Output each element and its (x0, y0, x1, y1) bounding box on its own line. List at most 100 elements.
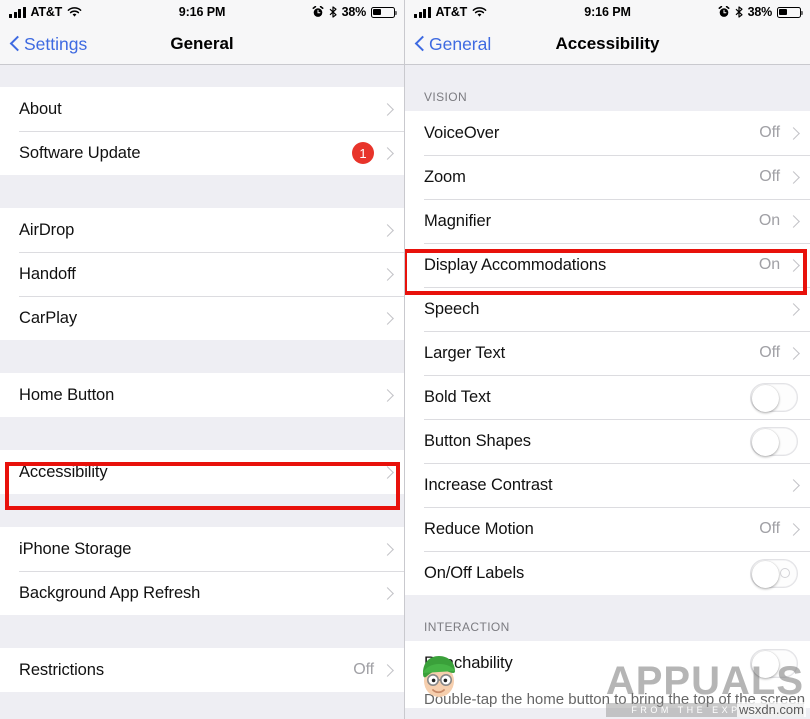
battery-icon (371, 6, 398, 18)
chevron-right-icon (383, 311, 392, 326)
settings-row-accessibility[interactable]: Accessibility (0, 450, 404, 494)
back-button-label: Settings (24, 33, 88, 54)
row-accessory (750, 648, 798, 678)
toggle-knob (752, 384, 779, 412)
chevron-right-icon (383, 146, 392, 161)
row-accessory: Off (353, 661, 392, 679)
settings-row-bold-text[interactable]: Bold Text (405, 375, 810, 419)
toggle-knob (752, 650, 779, 678)
row-label: On/Off Labels (424, 563, 525, 582)
row-accessory (383, 311, 392, 326)
alarm-clock-icon (718, 6, 730, 17)
settings-row-iphone-storage[interactable]: iPhone Storage (0, 527, 404, 571)
row-label: Bold Text (424, 387, 491, 406)
settings-row-display-accommodations[interactable]: Display Accommodations On (405, 243, 810, 287)
settings-row-restrictions[interactable]: Restrictions Off (0, 648, 404, 692)
battery-percent-label: 38% (341, 5, 367, 19)
settings-row-background-app-refresh[interactable]: Background App Refresh (0, 571, 404, 615)
dual-screenshot-container: AT&T 9:16 PM 38% Settings General About … (0, 0, 810, 719)
row-label: Handoff (19, 264, 76, 283)
list-gap (0, 494, 404, 527)
settings-row-carplay[interactable]: CarPlay (0, 296, 404, 340)
row-label: Increase Contrast (424, 475, 553, 494)
chevron-right-icon (383, 267, 392, 282)
row-label: Home Button (19, 385, 115, 404)
chevron-right-icon (789, 522, 798, 537)
row-label: Reduce Motion (424, 519, 534, 538)
settings-row-handoff[interactable]: Handoff (0, 252, 404, 296)
appuals-mascot-icon (423, 656, 455, 697)
row-label: Speech (424, 299, 480, 318)
row-label: Accessibility (19, 462, 108, 481)
accessibility-settings-list[interactable]: VISION VoiceOver Off Zoom Off Magnifier … (405, 65, 810, 719)
chevron-right-icon (789, 214, 798, 229)
row-label: AirDrop (19, 220, 75, 239)
settings-group-home-button: Home Button (0, 373, 404, 417)
settings-row-speech[interactable]: Speech (405, 287, 810, 331)
reachability-toggle[interactable] (750, 648, 798, 678)
section-header-interaction: INTERACTION (405, 595, 810, 641)
settings-row-increase-contrast[interactable]: Increase Contrast (405, 463, 810, 507)
row-accessory: On (759, 212, 798, 230)
settings-row-zoom[interactable]: Zoom Off (405, 155, 810, 199)
button-shapes-toggle[interactable] (750, 426, 798, 456)
settings-row-airdrop[interactable]: AirDrop (0, 208, 404, 252)
row-accessory: Off (759, 344, 798, 362)
settings-group-vision: VoiceOver Off Zoom Off Magnifier On Disp… (405, 111, 810, 595)
left-phone-screen: AT&T 9:16 PM 38% Settings General About … (0, 0, 405, 719)
settings-row-reduce-motion[interactable]: Reduce Motion Off (405, 507, 810, 551)
row-accessory: 1 (352, 142, 392, 164)
row-accessory: Off (759, 168, 798, 186)
status-bar: AT&T 9:16 PM 38% (405, 0, 810, 24)
settings-row-voiceover[interactable]: VoiceOver Off (405, 111, 810, 155)
settings-group-info: About Software Update 1 (0, 87, 404, 175)
row-value: Off (759, 344, 780, 361)
row-label: Magnifier (424, 211, 491, 230)
row-label: Background App Refresh (19, 583, 201, 602)
chevron-right-icon (789, 346, 798, 361)
settings-row-about[interactable]: About (0, 87, 404, 131)
toggle-knob (752, 560, 779, 588)
right-phone-screen: AT&T 9:16 PM 38% General Accessibility V… (405, 0, 810, 719)
row-accessory (383, 223, 392, 238)
bluetooth-icon (329, 6, 337, 18)
alarm-clock-icon (312, 6, 324, 17)
back-button-settings[interactable]: Settings (10, 34, 87, 55)
toggle-off-label-icon (780, 568, 790, 578)
settings-row-larger-text[interactable]: Larger Text Off (405, 331, 810, 375)
settings-row-on-off-labels[interactable]: On/Off Labels (405, 551, 810, 595)
general-settings-list[interactable]: About Software Update 1 AirDrop Handoff … (0, 65, 404, 719)
settings-row-software-update[interactable]: Software Update 1 (0, 131, 404, 175)
back-button-general[interactable]: General (415, 34, 491, 55)
row-label: About (19, 99, 62, 118)
battery-percent-label: 38% (747, 5, 773, 19)
chevron-right-icon (383, 223, 392, 238)
row-accessory (750, 558, 798, 588)
row-accessory (383, 465, 392, 480)
row-accessory (750, 426, 798, 456)
toggle-knob (752, 428, 779, 456)
row-accessory: Off (759, 124, 798, 142)
settings-group-accessibility: Accessibility (0, 450, 404, 494)
row-label: VoiceOver (424, 123, 500, 142)
settings-row-magnifier[interactable]: Magnifier On (405, 199, 810, 243)
chevron-right-icon (789, 478, 798, 493)
chevron-right-icon (383, 586, 392, 601)
settings-row-button-shapes[interactable]: Button Shapes (405, 419, 810, 463)
list-gap (0, 615, 404, 648)
row-value: Off (353, 661, 374, 678)
on-off-labels-toggle[interactable] (750, 558, 798, 588)
list-gap (0, 340, 404, 373)
row-accessory (789, 478, 798, 493)
settings-row-home-button[interactable]: Home Button (0, 373, 404, 417)
row-accessory (383, 542, 392, 557)
section-header-vision: VISION (405, 65, 810, 111)
row-accessory: On (759, 256, 798, 274)
list-gap (0, 175, 404, 208)
settings-group-storage: iPhone Storage Background App Refresh (0, 527, 404, 615)
bold-text-toggle[interactable] (750, 382, 798, 412)
row-value: Off (759, 168, 780, 185)
chevron-right-icon (383, 388, 392, 403)
status-bar: AT&T 9:16 PM 38% (0, 0, 404, 24)
chevron-right-icon (789, 302, 798, 317)
